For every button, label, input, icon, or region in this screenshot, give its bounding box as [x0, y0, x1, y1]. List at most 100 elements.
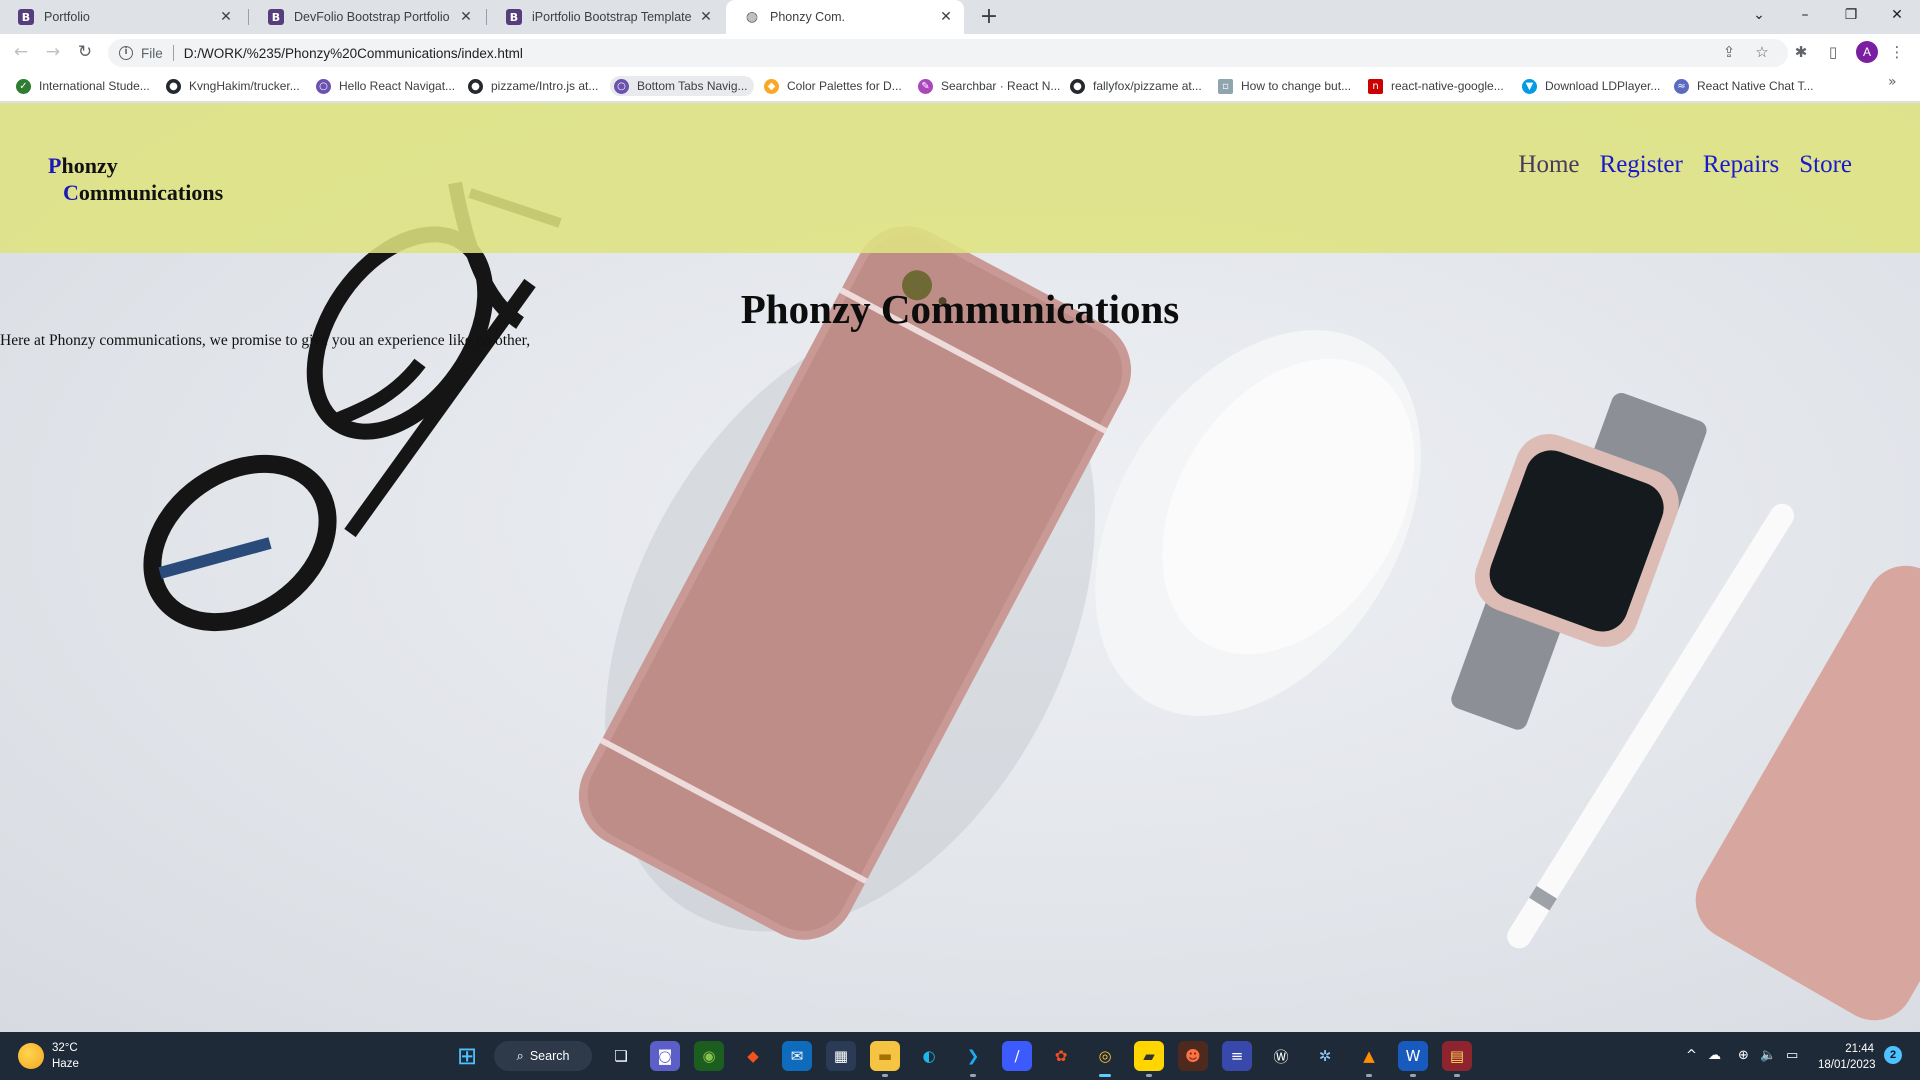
tray-overflow-chevron-icon[interactable]: ^	[1686, 1048, 1697, 1063]
bookmark-item[interactable]: ▫ How to change but...	[1214, 76, 1357, 96]
clock-date: 18/01/2023	[1818, 1059, 1876, 1071]
figma-icon[interactable]: ✿	[1046, 1041, 1076, 1071]
bookmark-label: React Native Chat T...	[1697, 79, 1814, 93]
profile-avatar[interactable]: A	[1856, 41, 1878, 63]
notification-badge[interactable]: 2	[1884, 1046, 1902, 1064]
edge-dev-icon[interactable]: ◉	[694, 1041, 724, 1071]
react-navigation-icon: ○	[316, 78, 331, 94]
bookmark-item[interactable]: ○ Hello React Navigat...	[312, 76, 461, 96]
terminal-icon[interactable]: ≡	[1222, 1041, 1252, 1071]
weather-temp: 32°C	[52, 1042, 78, 1054]
battery-icon[interactable]: ▭	[1786, 1048, 1798, 1063]
restore-button[interactable]: ❐	[1828, 0, 1874, 30]
site-logo[interactable]: Phonzy Communications	[48, 152, 223, 206]
bookmark-label: react-native-google...	[1391, 79, 1504, 93]
winrar-icon[interactable]: ▤	[1442, 1041, 1472, 1077]
tab-iportfolio[interactable]: B iPortfolio Bootstrap Template - Ir ✕	[488, 0, 724, 34]
react-navigation-icon: ○	[614, 78, 629, 94]
address-bar[interactable]: i File D:/WORK/%235/Phonzy%20Communicati…	[108, 39, 1788, 67]
window-close-button[interactable]: ✕	[1874, 0, 1920, 30]
reload-button[interactable]: ↻	[74, 41, 96, 63]
bookmark-label: International Stude...	[39, 79, 150, 93]
nav-link-store[interactable]: Store	[1799, 151, 1852, 179]
vscode-icon[interactable]: ❯	[958, 1041, 988, 1077]
bookmark-star-icon[interactable]: ☆	[1751, 41, 1773, 63]
page-icon: ▫	[1218, 78, 1233, 94]
bookmark-item[interactable]: ● fallyfox/pizzame at...	[1066, 76, 1208, 96]
hero-title-text: Phonzy Communications	[740, 286, 1180, 332]
network-icon[interactable]: ⊕	[1738, 1048, 1749, 1063]
extensions-puzzle-icon[interactable]: ✱	[1790, 41, 1812, 63]
nav-link-register[interactable]: Register	[1600, 151, 1683, 179]
side-panel-icon[interactable]: ▯	[1822, 41, 1844, 63]
teams-chat-icon[interactable]: ◙	[650, 1041, 680, 1071]
tab-portfolio[interactable]: B Portfolio ✕	[0, 0, 244, 34]
bookmark-item[interactable]: ▼ Download LDPlayer...	[1518, 76, 1666, 96]
taskbar-search-button[interactable]: ⌕ Search	[494, 1041, 592, 1071]
tab-devfolio[interactable]: B DevFolio Bootstrap Portfolio Tem ✕	[250, 0, 484, 34]
bookmark-item[interactable]: ≈ React Native Chat T...	[1670, 76, 1820, 96]
forward-button[interactable]: →	[42, 41, 64, 63]
game-icon[interactable]: ☻	[1178, 1041, 1208, 1071]
windows-taskbar: 32°C Haze ⊞ ⌕ Search ❏ ◙ ◉ ◆ ✉ ▦ ▬ ◐ ❯ ∕ ✿ ◎ ▰ ☻ ≡ Ⓦ ✲ ▲ W…	[0, 1032, 1920, 1080]
sticky-notes-icon[interactable]: ▰	[1134, 1041, 1164, 1077]
onedrive-icon[interactable]: ☁	[1708, 1048, 1721, 1063]
site-info-icon[interactable]: i	[119, 46, 133, 60]
bookmark-item[interactable]: ✎ Searchbar · React N...	[914, 76, 1066, 96]
chrome-icon[interactable]: ◎	[1090, 1041, 1120, 1077]
app-w-icon[interactable]: Ⓦ	[1266, 1041, 1296, 1071]
url-text[interactable]: D:/WORK/%235/Phonzy%20Communications/ind…	[184, 46, 523, 61]
bookmark-label: Color Palettes for D...	[787, 79, 902, 93]
browser-menu-icon[interactable]: ⋮	[1886, 41, 1908, 63]
word-icon[interactable]: W	[1398, 1041, 1428, 1077]
close-icon[interactable]: ✕	[938, 9, 954, 25]
tab-title: Phonzy Com.	[770, 10, 846, 24]
npm-icon: n	[1368, 78, 1383, 94]
nav-link-home[interactable]: Home	[1518, 151, 1579, 179]
file-explorer-icon[interactable]: ▬	[870, 1041, 900, 1077]
edge-icon[interactable]: ◐	[914, 1041, 944, 1071]
minimize-button[interactable]: –	[1782, 0, 1828, 30]
git-icon[interactable]: ◆	[738, 1041, 768, 1071]
site-nav: Home Register Repairs Store	[1518, 151, 1852, 179]
tab-divider	[248, 9, 249, 25]
bookmark-item[interactable]: ◆ Color Palettes for D...	[760, 76, 908, 96]
close-icon[interactable]: ✕	[698, 9, 714, 25]
task-view-icon[interactable]: ❏	[606, 1041, 636, 1071]
logo-text: ommunications	[78, 180, 224, 205]
close-icon[interactable]: ✕	[458, 9, 474, 25]
nav-link-repairs[interactable]: Repairs	[1703, 151, 1779, 179]
new-tab-button[interactable]: +	[976, 4, 1002, 30]
close-icon[interactable]: ✕	[218, 9, 234, 25]
globe-icon: ◍	[745, 9, 759, 25]
tab-phonzy-active[interactable]: ◍ Phonzy Com. ✕	[726, 0, 964, 34]
share-icon[interactable]: ⇪	[1718, 41, 1740, 63]
bookmark-item[interactable]: ● KvngHakim/trucker...	[162, 76, 306, 96]
github-icon: ●	[166, 78, 181, 94]
whiteboard-icon[interactable]: ∕	[1002, 1041, 1032, 1071]
mail-icon[interactable]: ✉	[782, 1041, 812, 1071]
bookmarks-overflow-icon[interactable]: »	[1888, 74, 1897, 90]
bookmark-label: fallyfox/pizzame at...	[1093, 79, 1202, 93]
clock[interactable]: 21:44 18/01/2023	[1818, 1041, 1876, 1073]
volume-icon[interactable]: 🔈	[1760, 1048, 1776, 1063]
back-button[interactable]: ←	[10, 41, 32, 63]
vlc-icon[interactable]: ▲	[1354, 1041, 1384, 1077]
bookmark-item[interactable]: ● pizzame/Intro.js at...	[464, 76, 604, 96]
weather-haze-icon	[18, 1043, 44, 1069]
settings-gear-icon[interactable]: ✲	[1310, 1041, 1340, 1071]
weather-widget[interactable]: 32°C Haze	[18, 1040, 79, 1072]
bookmark-item[interactable]: ○ Bottom Tabs Navig...	[610, 76, 754, 96]
bookmark-label: Download LDPlayer...	[1545, 79, 1661, 93]
bookmark-item[interactable]: n react-native-google...	[1364, 76, 1510, 96]
tab-search-dropdown-icon[interactable]: ⌄	[1736, 0, 1782, 30]
clock-time: 21:44	[1845, 1043, 1874, 1055]
ldplayer-icon: ▼	[1522, 78, 1537, 94]
bookmark-item[interactable]: ✓ International Stude...	[12, 76, 156, 96]
logo-initial: P	[48, 153, 62, 178]
start-icon[interactable]: ⊞	[452, 1041, 482, 1071]
store-icon[interactable]: ▦	[826, 1041, 856, 1071]
bootstrap-favicon-icon: B	[268, 9, 284, 25]
bookmark-label: pizzame/Intro.js at...	[491, 79, 599, 93]
tab-title: Portfolio	[44, 10, 90, 24]
